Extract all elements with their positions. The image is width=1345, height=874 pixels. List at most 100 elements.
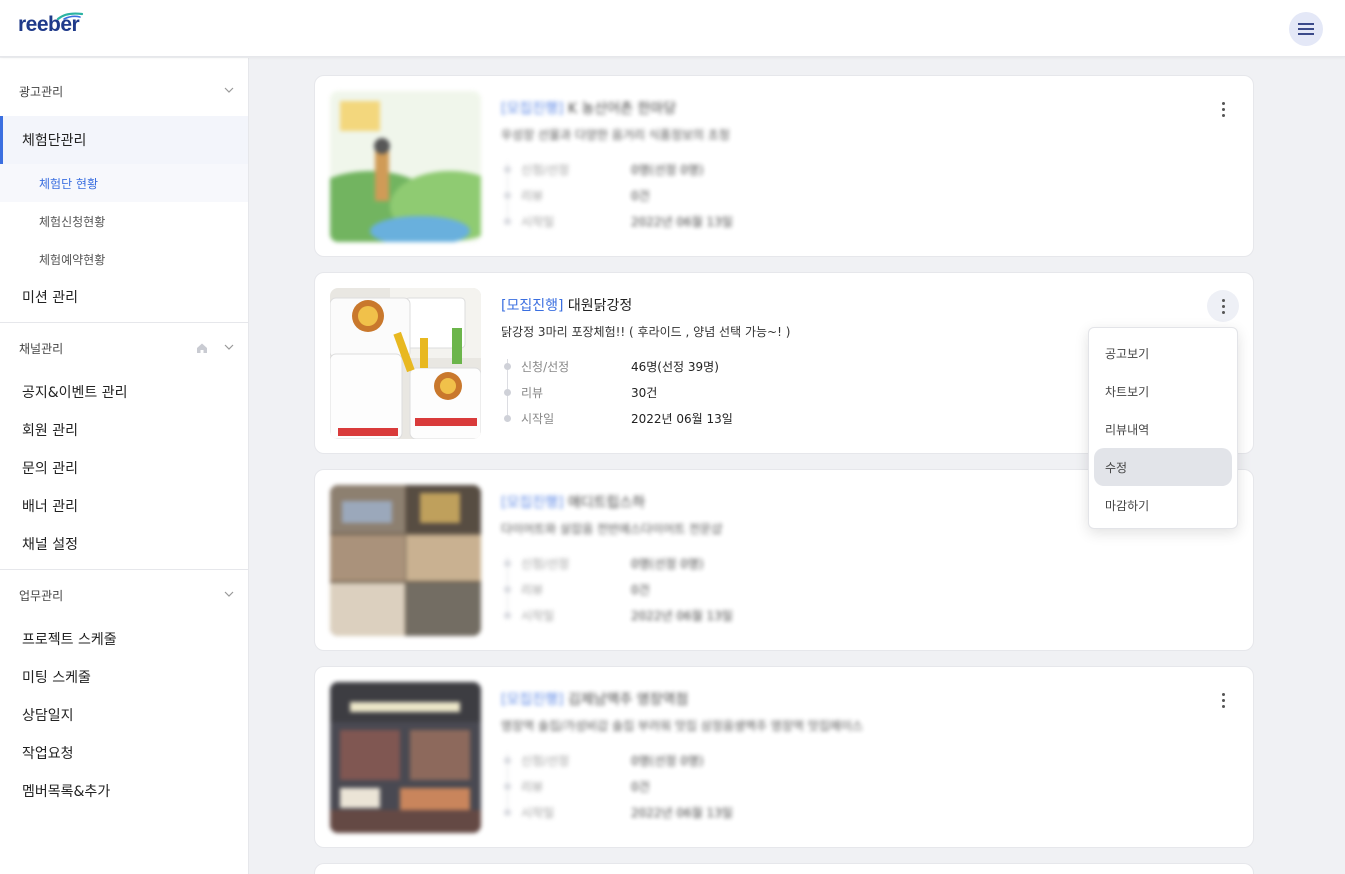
campaign-card[interactable]: [314, 863, 1254, 874]
sidebar-item-meeting-schedule[interactable]: 미팅 스케줄: [0, 658, 248, 696]
menu-item-edit[interactable]: 수정: [1094, 448, 1232, 486]
info-label: 신청/선정: [521, 556, 570, 571]
campaign-thumbnail[interactable]: [330, 485, 481, 636]
status-badge: [모집진행]: [501, 692, 564, 708]
campaign-thumbnail[interactable]: [330, 91, 481, 242]
info-row-reviews: 리뷰 0건: [501, 576, 801, 602]
campaign-description: 다이어트와 살잡음 전반에스다이어트 전문샵: [501, 522, 723, 536]
campaign-name: 애디트립스하: [567, 495, 646, 511]
sidebar-item-project-schedule[interactable]: 프로젝트 스케줄: [0, 620, 248, 658]
info-label: 신청/선정: [521, 162, 570, 177]
campaign-thumbnail[interactable]: [330, 288, 481, 439]
sidebar-item-label: 미팅 스케줄: [22, 670, 91, 686]
sidebar-subitem-experience-applications[interactable]: 체험신청현황: [0, 202, 248, 240]
campaign-title[interactable]: [모집진행] 김제남맥주 영장역점: [501, 689, 688, 709]
campaign-info: 신청/선정 0명(선정 0명) 리뷰 0건 시작일 2022년 06월 13일: [501, 550, 801, 628]
sidebar-item-label: 배너 관리: [22, 499, 78, 515]
status-badge: [모집진행]: [501, 495, 564, 511]
info-row-reviews: 리뷰 0건: [501, 773, 801, 799]
campaign-name: 대원닭강정: [567, 298, 633, 314]
sidebar-subitem-experience-status[interactable]: 체험단 현황: [0, 164, 248, 202]
chevron-down-icon: [224, 87, 234, 93]
campaign-name: K 농산어촌 한마당: [567, 101, 677, 117]
more-options-button[interactable]: [1207, 290, 1239, 322]
info-row-applicants: 신청/선정 46명(선정 39명): [501, 353, 801, 379]
kebab-icon: [1221, 692, 1225, 708]
section-channel-management[interactable]: 채널관리: [0, 323, 248, 373]
sidebar-item-mission[interactable]: 미션 관리: [0, 278, 248, 316]
chevron-down-icon: [224, 344, 234, 350]
sidebar-item-work-request[interactable]: 작업요청: [0, 734, 248, 772]
section-work-management[interactable]: 업무관리: [0, 570, 248, 620]
campaign-thumbnail[interactable]: [330, 682, 481, 833]
campaign-name: 김제남맥주 영장역점: [567, 692, 689, 708]
info-value: 0건: [631, 188, 650, 203]
info-row-applicants: 신청/선정 0명(선정 0명): [501, 747, 801, 773]
logo-swoosh-icon: [56, 12, 84, 21]
info-value: 2022년 06월 13일: [631, 214, 733, 229]
section-label: 업무관리: [19, 588, 64, 603]
info-label: 리뷰: [521, 188, 544, 203]
kebab-icon: [1221, 101, 1225, 117]
campaign-info: 신청/선정 0명(선정 0명) 리뷰 0건 시작일 2022년 06월 13일: [501, 156, 801, 234]
bullet-dot: [504, 756, 511, 764]
more-options-button[interactable]: [1207, 684, 1239, 716]
menu-item-view-ad[interactable]: 공고보기: [1094, 334, 1232, 372]
info-value: 2022년 06월 13일: [631, 805, 733, 820]
campaign-title[interactable]: [모집진행] 애디트립스하: [501, 492, 645, 512]
info-label: 시작일: [521, 214, 555, 229]
info-row-start-date: 시작일 2022년 06월 13일: [501, 799, 801, 825]
info-row-reviews: 리뷰 30건: [501, 379, 801, 405]
campaign-card[interactable]: [모집진행] K 농산어촌 한마당 우성장 선물과 다양한 음거리 식품정보의 …: [314, 75, 1254, 257]
bullet-dot: [504, 414, 511, 422]
campaign-info: 신청/선정 46명(선정 39명) 리뷰 30건 시작일 2022년 06월 13일: [501, 353, 801, 431]
info-value: 46명(선정 39명): [631, 359, 719, 374]
hamburger-menu-button[interactable]: [1289, 12, 1323, 46]
section-ad-management[interactable]: 광고관리: [0, 66, 248, 116]
sidebar-item-channel-settings[interactable]: 채널 설정: [0, 525, 248, 563]
info-row-applicants: 신청/선정 0명(선정 0명): [501, 550, 801, 576]
info-label: 리뷰: [521, 779, 544, 794]
sidebar-item-experience-group[interactable]: 체험단관리: [0, 116, 248, 164]
info-value: 2022년 06월 13일: [631, 411, 733, 426]
menu-item-review-history[interactable]: 리뷰내역: [1094, 410, 1232, 448]
menu-item-close-recruitment[interactable]: 마감하기: [1094, 486, 1232, 524]
sidebar-item-notice-event[interactable]: 공지&이벤트 관리: [0, 373, 248, 411]
sidebar-item-label: 멤버목록&추가: [22, 784, 111, 800]
sidebar-item-inquiries[interactable]: 문의 관리: [0, 449, 248, 487]
sidebar-item-label: 채널 설정: [22, 537, 78, 553]
sidebar-item-members[interactable]: 회원 관리: [0, 411, 248, 449]
section-label: 광고관리: [19, 84, 64, 99]
info-label: 리뷰: [521, 385, 544, 400]
sidebar-item-banners[interactable]: 배너 관리: [0, 487, 248, 525]
bullet-dot: [504, 611, 511, 619]
home-icon[interactable]: [196, 342, 208, 354]
info-value: 0건: [631, 779, 650, 794]
hamburger-icon: [1298, 23, 1314, 35]
campaign-card[interactable]: [모집진행] 김제남맥주 영장역점 영장역 술집/가성비갑 술집 부러워 맛집 …: [314, 666, 1254, 848]
campaign-description: 영장역 술집/가성비갑 술집 부러워 맛집 삼정음생맥주 영장역 맛집메이스: [501, 719, 863, 733]
more-options-button[interactable]: [1207, 93, 1239, 125]
info-label: 신청/선정: [521, 753, 570, 768]
sidebar-item-label: 미션 관리: [22, 290, 78, 306]
campaign-description: 닭강정 3마리 포장체험!! ( 후라이드 , 양념 선택 가능~! ): [501, 325, 791, 339]
sidebar-item-member-list[interactable]: 멤버목록&추가: [0, 772, 248, 810]
bullet-dot: [504, 388, 511, 396]
info-value: 0명(선정 0명): [631, 556, 704, 571]
info-label: 리뷰: [521, 582, 544, 597]
menu-item-view-chart[interactable]: 차트보기: [1094, 372, 1232, 410]
bullet-dot: [504, 585, 511, 593]
campaign-title[interactable]: [모집진행] K 농산어촌 한마당: [501, 98, 676, 118]
options-dropdown-menu: 공고보기 차트보기 리뷰내역 수정 마감하기: [1088, 327, 1238, 529]
info-label: 시작일: [521, 608, 555, 623]
bullet-dot: [504, 559, 511, 567]
sidebar-item-consultation-log[interactable]: 상담일지: [0, 696, 248, 734]
bullet-dot: [504, 217, 511, 225]
campaign-title[interactable]: [모집진행] 대원닭강정: [501, 295, 632, 315]
status-badge: [모집진행]: [501, 298, 564, 314]
sidebar-subitem-experience-reservations[interactable]: 체험예약현황: [0, 240, 248, 278]
status-badge: [모집진행]: [501, 101, 564, 117]
info-label: 신청/선정: [521, 359, 570, 374]
sidebar: 광고관리 체험단관리 체험단 현황 체험신청현황 체험예약현황 미션 관리 채널…: [0, 58, 249, 874]
info-label: 시작일: [521, 411, 555, 426]
